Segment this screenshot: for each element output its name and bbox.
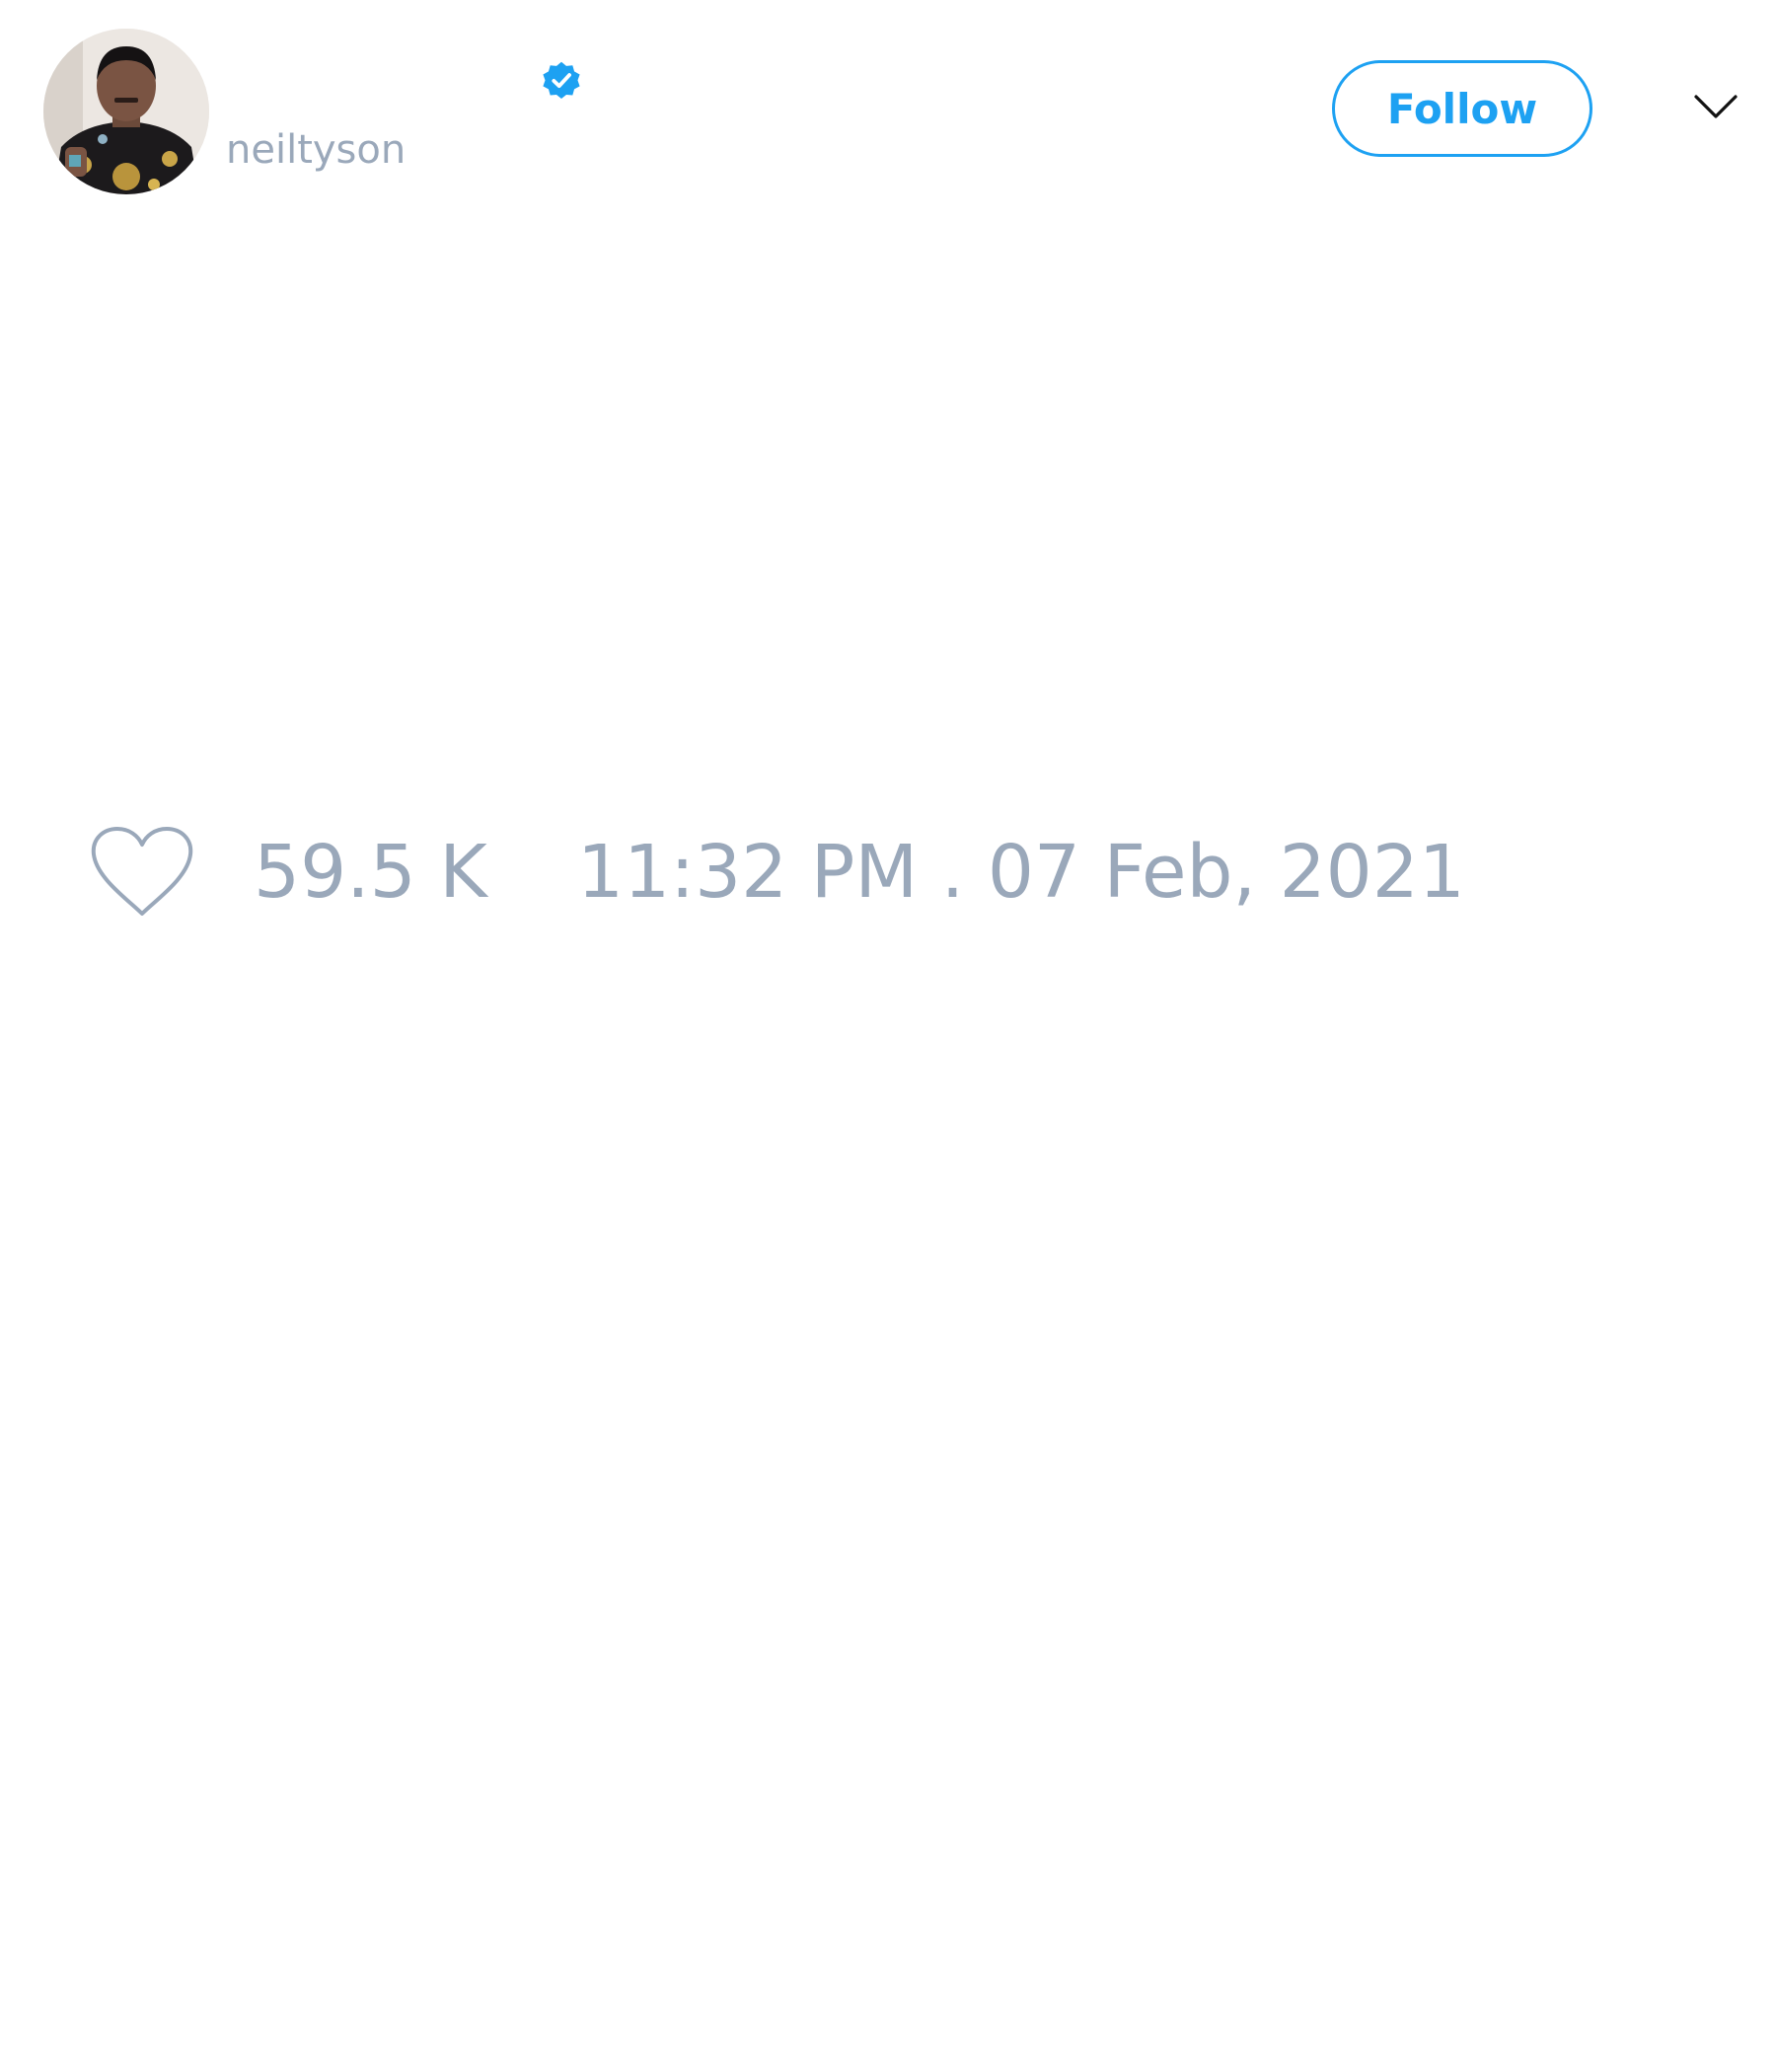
author-handle[interactable]: neiltyson: [226, 126, 406, 174]
tweet-card: neiltyson Follow 59.5 K 11:32 PM . 07 Fe…: [0, 0, 1776, 2072]
tweet-timestamp[interactable]: 11:32 PM . 07 Feb, 2021: [577, 829, 1465, 916]
tweet-header: neiltyson Follow: [0, 0, 1776, 207]
verified-badge-icon: [543, 61, 580, 99]
follow-button[interactable]: Follow: [1332, 60, 1592, 157]
heart-outline-icon[interactable]: [89, 825, 195, 920]
tweet-stats: 59.5 K 11:32 PM . 07 Feb, 2021: [0, 809, 1776, 937]
avatar-photo: [43, 29, 209, 194]
like-count: 59.5 K: [254, 830, 487, 915]
author-avatar[interactable]: [43, 29, 209, 194]
chevron-down-icon[interactable]: [1692, 91, 1739, 122]
